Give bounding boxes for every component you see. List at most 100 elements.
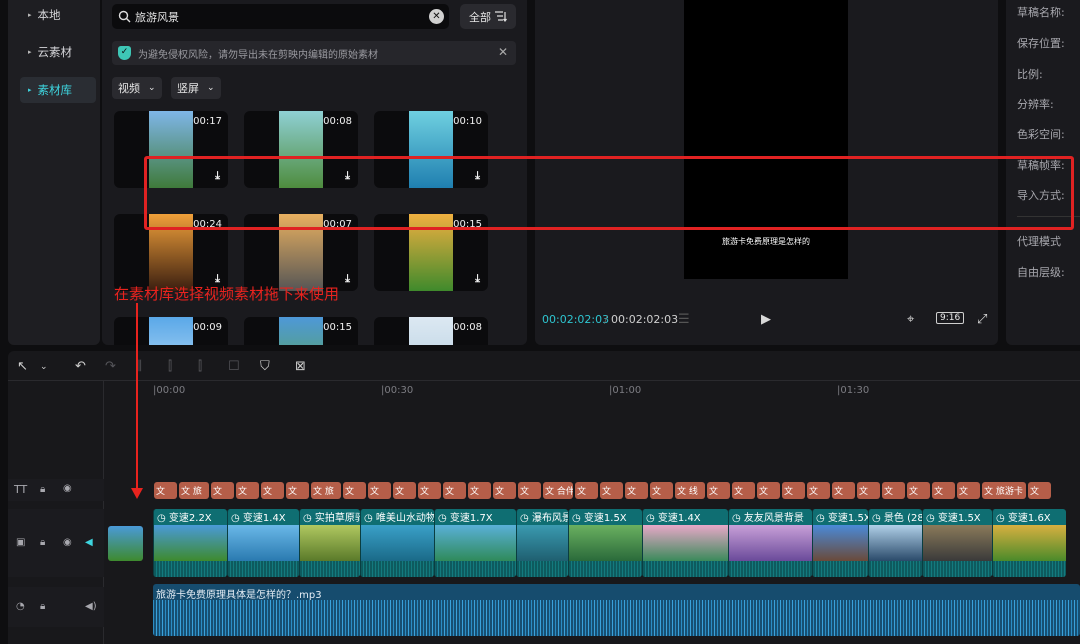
video-clip-frame	[569, 525, 642, 561]
download-icon[interactable]: ⤓	[475, 272, 480, 286]
text-clip[interactable]: 文	[518, 482, 541, 499]
search-icon	[118, 10, 131, 23]
video-clip[interactable]: ◷ 变速1.5X	[812, 509, 868, 577]
video-clip[interactable]: ◷ 变速1.6X	[992, 509, 1066, 577]
lock-icon[interactable]: 🔒︎	[40, 537, 45, 548]
timeline-panel: ↖ ⌄ ↶ ↷ ⫼ ⫿ ⫿ ☐ ⛉ ⊠ |00:00 |00:30 |01:00 |0…	[8, 351, 1080, 644]
lock-icon[interactable]: 🔒︎	[40, 484, 45, 495]
video-clip-label: ◷ 变速1.7X	[438, 513, 493, 524]
redo-icon[interactable]: ↷	[105, 359, 116, 374]
text-clip[interactable]: 文	[650, 482, 673, 499]
cover-thumbnail[interactable]	[108, 526, 143, 561]
orientation-dropdown[interactable]: 竖屏 ⌄	[171, 77, 221, 99]
play-icon[interactable]: ▶	[761, 312, 771, 327]
text-clip[interactable]: 文	[575, 482, 598, 499]
text-clip[interactable]: 文	[493, 482, 516, 499]
video-clip[interactable]: ◷ 变速1.5X	[922, 509, 992, 577]
text-clip[interactable]: 文	[393, 482, 416, 499]
text-clip[interactable]: 文	[932, 482, 955, 499]
text-clip[interactable]: 文	[782, 482, 805, 499]
filter-button[interactable]: 全部	[460, 4, 516, 29]
video-clip[interactable]: ◷ 瀑布风景	[516, 509, 568, 577]
marker-icon[interactable]: ⛉	[260, 359, 270, 374]
type-dropdown[interactable]: 视频 ⌄	[112, 77, 162, 99]
nav-item-local[interactable]: ▸ 本地	[20, 2, 96, 28]
text-clip[interactable]: 文	[732, 482, 755, 499]
video-clip[interactable]: ◷ 变速1.4X	[227, 509, 299, 577]
text-clip[interactable]: 文	[261, 482, 284, 499]
delete-icon[interactable]: ☐	[228, 359, 240, 374]
video-clip-label: ◷ 变速1.5X	[926, 513, 981, 524]
video-track-icon: ▣	[16, 537, 26, 548]
chevron-down-icon[interactable]: ⌄	[40, 362, 48, 372]
video-clip[interactable]: ◷ 景色 (287)	[868, 509, 922, 577]
eye-icon[interactable]: ◉	[63, 483, 72, 494]
video-clip[interactable]: ◷ 友友风景背景	[728, 509, 812, 577]
speaker-icon[interactable]: ◀)	[85, 601, 97, 612]
close-icon[interactable]: ✕	[498, 45, 508, 59]
download-icon[interactable]: ⤓	[345, 272, 350, 286]
text-clip[interactable]: 文 线	[675, 482, 705, 499]
text-clip[interactable]: 文	[625, 482, 648, 499]
highlight-box	[144, 156, 1074, 230]
text-clip[interactable]: 文 旅	[179, 482, 209, 499]
nav-item-library[interactable]: ▸ 素材库	[20, 77, 96, 103]
text-clip[interactable]: 文	[832, 482, 855, 499]
property-label: 比例:	[1017, 68, 1043, 81]
text-clip[interactable]: 文	[807, 482, 830, 499]
orientation-dropdown-value: 竖屏	[177, 82, 199, 95]
audio-clip[interactable]: 旅游卡免费原理具体是怎样的？.mp3	[153, 584, 1080, 636]
fullscreen-icon[interactable]: ⤢	[977, 312, 987, 327]
clear-icon[interactable]: ✕	[429, 9, 444, 24]
text-clip[interactable]: 文	[418, 482, 441, 499]
text-clip[interactable]: 文	[1028, 482, 1051, 499]
text-clip[interactable]: 文	[443, 482, 466, 499]
video-clip[interactable]: ◷ 变速1.7X	[434, 509, 516, 577]
thumbnail-image	[279, 317, 323, 345]
list-icon[interactable]: ☰	[678, 312, 690, 327]
video-clip-label: ◷ 变速1.4X	[231, 513, 286, 524]
media-thumbnail[interactable]: 00:08⤓	[374, 317, 488, 345]
video-clip[interactable]: ◷ 唯美山水动物风	[360, 509, 434, 577]
cursor-icon[interactable]: ↖	[17, 359, 28, 374]
video-clip[interactable]: ◷ 实拍草原骑马	[299, 509, 360, 577]
text-clip[interactable]: 文 旅	[311, 482, 341, 499]
nav-item-cloud[interactable]: ▸ 云素材	[20, 39, 96, 65]
text-clip[interactable]: 文	[600, 482, 623, 499]
split-right-icon[interactable]: ⫿	[198, 359, 202, 374]
text-clip[interactable]: 文	[907, 482, 930, 499]
ruler-label: |00:00	[153, 385, 186, 396]
text-clip[interactable]: 文	[154, 482, 177, 499]
text-clip[interactable]: 文	[707, 482, 730, 499]
eye-icon[interactable]: ◉	[63, 537, 72, 548]
text-clip[interactable]: 文	[882, 482, 905, 499]
search-input[interactable]: 旅游风景 ✕	[112, 4, 449, 29]
media-thumbnail[interactable]: 00:09⤓	[114, 317, 228, 345]
video-clip-frame	[361, 525, 434, 561]
text-clip[interactable]: 文	[236, 482, 259, 499]
video-clip-waveform	[643, 561, 728, 577]
text-clip[interactable]: 文	[757, 482, 780, 499]
chevron-down-icon: ⌄	[148, 83, 156, 93]
lock-icon[interactable]: 🔒︎	[40, 601, 45, 612]
mute-icon[interactable]: ◀	[85, 537, 93, 548]
text-clip[interactable]: 文	[343, 482, 366, 499]
text-clip[interactable]: 文	[468, 482, 491, 499]
text-clip[interactable]: 文	[957, 482, 980, 499]
video-clip[interactable]: ◷ 变速1.4X	[642, 509, 728, 577]
thumbnail-duration: 00:15	[323, 322, 352, 333]
freeze-icon[interactable]: ⊠	[295, 359, 306, 374]
text-clip[interactable]: 文 合伴	[543, 482, 573, 499]
text-clip[interactable]: 文	[286, 482, 309, 499]
text-clip[interactable]: 文	[857, 482, 880, 499]
video-clip[interactable]: ◷ 变速1.5X	[568, 509, 642, 577]
text-clip[interactable]: 文	[368, 482, 391, 499]
video-clip[interactable]: ◷ 变速2.2X	[153, 509, 227, 577]
media-thumbnail[interactable]: 00:15⤓	[244, 317, 358, 345]
text-clip[interactable]: 文 旅游卡	[982, 482, 1026, 499]
undo-icon[interactable]: ↶	[75, 359, 86, 374]
ratio-button[interactable]: 9:16	[936, 312, 965, 324]
split-left-icon[interactable]: ⫿	[168, 359, 172, 374]
snapshot-icon[interactable]: ⌖	[907, 312, 914, 327]
text-clip[interactable]: 文	[211, 482, 234, 499]
